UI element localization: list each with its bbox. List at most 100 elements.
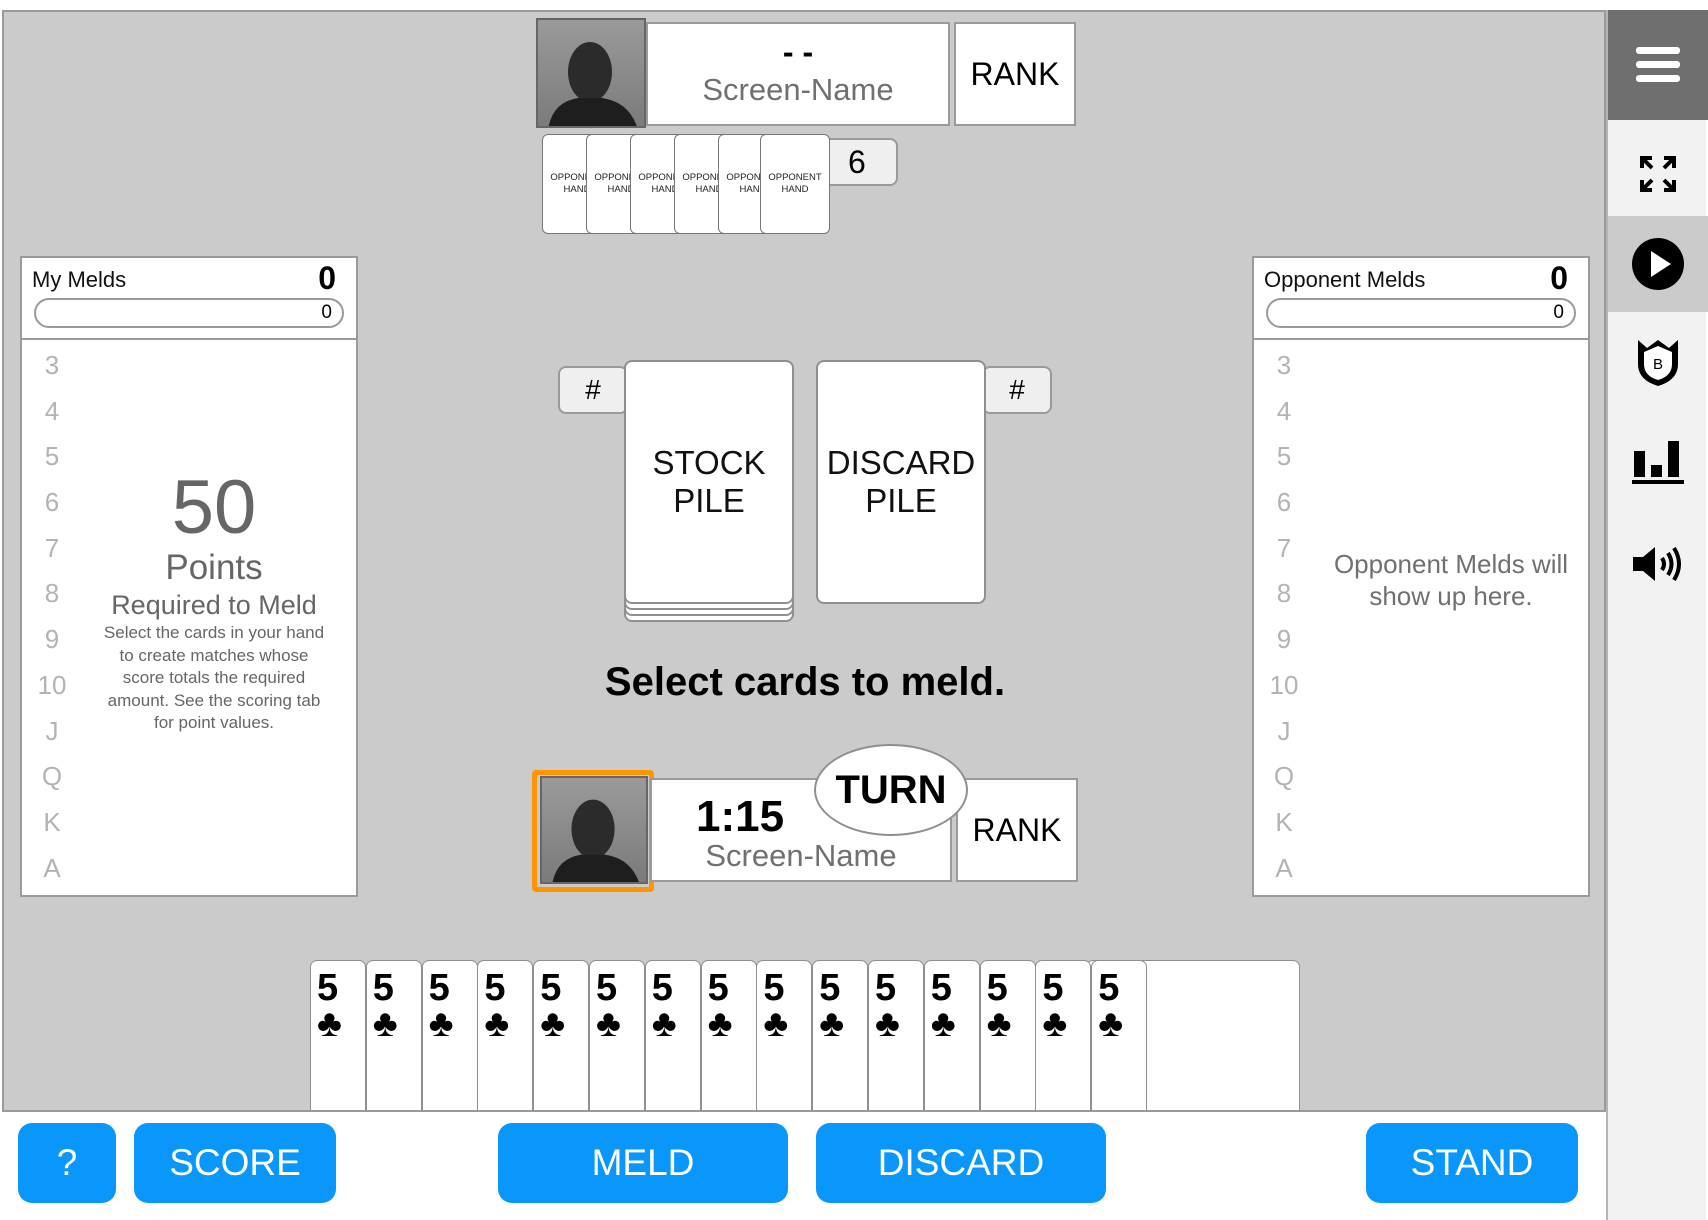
play-button[interactable] (1608, 216, 1708, 312)
opponent-melds-progress: 0 (1266, 298, 1576, 328)
rank-label: 8 (44, 578, 60, 609)
hand-card[interactable]: 5 ♣ (812, 960, 869, 1120)
card-suit: ♣ (819, 1003, 845, 1045)
meld-requirement-info: 50 Points Required to Meld Select the ca… (94, 468, 334, 735)
hand-card[interactable]: 5 ♣ (756, 960, 813, 1120)
rank-label: J (1277, 715, 1291, 746)
opponent-melds-panel: Opponent Melds 0 0 3 4 5 6 7 8 9 10 J Q … (1252, 256, 1590, 897)
opponent-melds-placeholder: Opponent Melds will show up here. (1333, 549, 1569, 611)
points-required-value: 50 (171, 465, 257, 550)
hand-card[interactable]: 5 ♣ (477, 960, 534, 1120)
sidebar: B (1606, 10, 1708, 1220)
opponent-melds-count: 0 (1550, 260, 1568, 296)
hand-card[interactable]: 5 ♣ (310, 960, 366, 1120)
hand-card[interactable]: 5 ♣ (1035, 960, 1092, 1120)
volume-icon (1633, 546, 1681, 582)
rank-label: A (43, 852, 61, 883)
opponent-timer: - - (782, 34, 814, 70)
rank-label: 6 (1276, 487, 1292, 518)
card-suit: ♣ (1098, 1003, 1124, 1045)
card-suit: ♣ (930, 1003, 956, 1045)
hand-card[interactable]: 5 ♣ (868, 960, 924, 1120)
rank-label: 5 (44, 441, 60, 472)
badge-icon: B (1638, 340, 1678, 386)
hand-card[interactable]: 5 ♣ (589, 960, 645, 1120)
card-rank: 5 (819, 967, 841, 1009)
score-button[interactable]: SCORE (134, 1123, 336, 1203)
card-rank: 5 (372, 967, 394, 1009)
card-rank: 5 (317, 967, 339, 1009)
player-rank: RANK (956, 778, 1078, 882)
card-rank: 5 (930, 967, 952, 1009)
stock-pile-count: # (558, 366, 628, 414)
rank-label: 9 (44, 624, 60, 655)
card-rank: 5 (707, 967, 729, 1009)
hand-card[interactable]: 5 ♣ (979, 960, 1036, 1120)
card-suit: ♣ (875, 1003, 900, 1045)
opponent-melds-progress-value: 0 (1553, 302, 1564, 323)
turn-indicator: TURN (814, 744, 968, 836)
meld-instructions: Select the cards in your hand to create … (103, 623, 325, 732)
my-melds-title: My Melds (32, 267, 127, 292)
my-melds-progress: 0 (34, 298, 344, 328)
fullscreen-button[interactable] (1608, 126, 1708, 222)
hand-card[interactable]: 5 ♣ (644, 960, 701, 1120)
player-avatar (540, 776, 648, 884)
stock-pile[interactable]: STOCK PILE (624, 360, 794, 604)
my-melds-progress-value: 0 (321, 302, 332, 323)
rank-label: K (1275, 806, 1293, 837)
opponent-rank: RANK (954, 22, 1076, 126)
opponent-melds-header: Opponent Melds 0 0 (1254, 258, 1588, 340)
badge-button[interactable]: B (1608, 314, 1708, 410)
hand-card[interactable]: 5 ♣ (923, 960, 980, 1120)
card-rank: 5 (763, 967, 785, 1009)
rank-label: 8 (1276, 578, 1292, 609)
discard-pile[interactable]: DISCARD PILE (816, 360, 986, 604)
rank-label: 9 (1276, 624, 1292, 655)
help-button[interactable]: ? (18, 1123, 116, 1203)
card-suit: ♣ (428, 1003, 454, 1045)
hand-card[interactable]: 5 ♣ (533, 960, 590, 1120)
my-melds-header: My Melds 0 0 (22, 258, 356, 340)
points-label: Points (165, 548, 263, 587)
card-suit: ♣ (317, 1003, 342, 1045)
meld-button[interactable]: MELD (498, 1123, 788, 1203)
card-suit: ♣ (986, 1003, 1012, 1045)
rank-label: 4 (44, 395, 60, 426)
hand-card[interactable]: 5 ♣ (700, 960, 757, 1120)
fullscreen-icon (1640, 156, 1676, 192)
hand-card[interactable]: 5 ♣ (421, 960, 478, 1120)
card-suit: ♣ (484, 1003, 510, 1045)
stand-button[interactable]: STAND (1366, 1123, 1578, 1203)
stats-icon (1632, 441, 1684, 484)
rank-label: 3 (1276, 350, 1292, 380)
rank-label: 10 (1269, 669, 1299, 700)
my-melds-rank-list: 3 4 5 6 7 8 9 10 J Q K A (32, 350, 72, 898)
discard-button[interactable]: DISCARD (816, 1123, 1106, 1203)
opponent-melds-rank-list: 3 4 5 6 7 8 9 10 J Q K A (1264, 350, 1304, 898)
card-rank: 5 (1042, 967, 1064, 1009)
menu-button[interactable] (1608, 10, 1708, 120)
rank-label: K (43, 806, 61, 837)
menu-icon (1636, 47, 1680, 82)
card-suit: ♣ (596, 1003, 621, 1045)
rank-label: Q (41, 761, 63, 792)
card-rank: 5 (484, 967, 506, 1009)
opponent-avatar (536, 18, 646, 128)
card-suit: ♣ (1042, 1003, 1068, 1045)
hand-card[interactable]: 5 ♣ (365, 960, 422, 1120)
card-rank: 5 (986, 967, 1008, 1009)
card-rank: 5 (875, 967, 897, 1009)
game-prompt: Select cards to meld. (604, 660, 1006, 704)
rank-label: 3 (44, 350, 60, 380)
rank-label: 7 (44, 532, 60, 563)
discard-pile-count: # (982, 366, 1052, 414)
hand-card[interactable]: 5 ♣ (1091, 960, 1148, 1120)
rank-label: A (1275, 852, 1293, 883)
volume-button[interactable] (1608, 516, 1708, 612)
card-rank: 5 (1098, 967, 1120, 1009)
stats-button[interactable] (1608, 414, 1708, 510)
card-suit: ♣ (372, 1003, 398, 1045)
card-rank: 5 (596, 967, 618, 1009)
player-screen-name: Screen-Name (705, 838, 897, 873)
